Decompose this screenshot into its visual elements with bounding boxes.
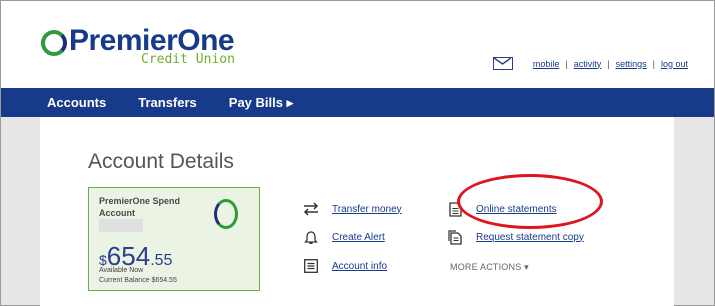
account-name: PremierOne Spend Account [99,196,181,218]
mail-icon[interactable] [492,57,513,70]
brand-ring-icon [214,199,238,229]
available-label: Available Now [99,267,144,274]
more-actions-dropdown[interactable]: MORE ACTIONS ▾ [450,262,529,273]
request-statement-action[interactable]: Request statement copy [446,229,584,245]
balance-currency: $ [99,252,107,268]
main-nav: Accounts Transfers Pay Bills ▸ [1,88,714,117]
nav-pay-bills[interactable]: Pay Bills ▸ [229,95,293,111]
mobile-link[interactable]: mobile [533,59,560,69]
create-alert-action[interactable]: Create Alert [302,229,385,245]
page-title: Account Details [88,150,234,173]
content-panel: Account Details PremierOne Spend Account… [40,117,674,306]
transfer-money-link[interactable]: Transfer money [332,204,402,215]
balance-cents: .55 [150,252,173,269]
copy-document-icon [446,229,464,245]
nav-accounts[interactable]: Accounts [47,95,106,110]
create-alert-link[interactable]: Create Alert [332,232,385,243]
header: PremierOne Credit Union mobile | activit… [1,1,714,88]
transfer-money-action[interactable]: Transfer money [302,201,402,217]
bell-icon [302,229,320,245]
utility-bar: mobile | activity | settings | log out [492,57,694,70]
settings-link[interactable]: settings [616,59,647,69]
list-icon [302,258,320,274]
account-info-link[interactable]: Account info [332,261,387,272]
request-statement-link[interactable]: Request statement copy [476,232,584,243]
account-card[interactable]: PremierOne Spend Account $654.55 Availab… [88,187,260,291]
account-info-action[interactable]: Account info [302,258,387,274]
logout-link[interactable]: log out [661,59,688,69]
divider: | [607,58,610,69]
divider: | [652,58,655,69]
transfer-arrows-icon [302,201,320,217]
masked-account-number [99,219,143,232]
current-balance: Current Balance $654.55 [99,277,177,284]
divider: | [565,58,568,69]
highlight-circle [457,174,603,229]
activity-link[interactable]: activity [574,59,602,69]
nav-transfers[interactable]: Transfers [138,95,197,110]
logo-ring-icon [41,30,67,56]
logo-subname: Credit Union [141,52,235,67]
